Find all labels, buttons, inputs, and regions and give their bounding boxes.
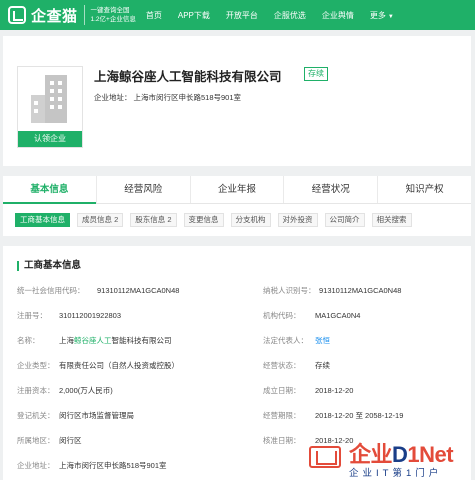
subtab-members[interactable]: 成员信息 2 — [77, 213, 124, 227]
company-name-value: 上海鲸谷座人工智能科技有限公司 — [59, 335, 263, 346]
table-row: 名称： 上海鲸谷座人工智能科技有限公司 法定代表人： 张恒 — [17, 328, 471, 353]
field-label: 统一社会信用代码： — [17, 286, 85, 295]
nav-more-label: 更多 — [369, 10, 386, 20]
field-value: 闵行区市场监督管理局 — [59, 411, 134, 420]
tab-business-risk[interactable]: 经营风险 — [97, 176, 191, 203]
field-label: 法定代表人： — [263, 336, 308, 345]
section-title: 工商基本信息 — [17, 261, 81, 271]
d1net-watermark: 企业D1Net 企业IT第1门户 — [307, 436, 475, 480]
company-header-card: 认领企业 上海鲸谷座人工智能科技有限公司 存续 企业地址： 上海市闵行区申长路51… — [3, 36, 471, 166]
field-label: 企业地址： — [17, 461, 55, 470]
sub-tabs: 工商基本信息 成员信息 2 股东信息 2 变更信息 分支机构 对外投资 公司简介… — [3, 204, 471, 236]
field-value: 91310112MA1GCA0N48 — [319, 286, 402, 295]
field-label: 成立日期： — [263, 386, 301, 395]
building-icon — [31, 75, 71, 123]
subtab-shareholders[interactable]: 股东信息 2 — [130, 213, 177, 227]
field-value: 2018-12-20 至 2058-12-19 — [315, 411, 404, 420]
name-highlight: 鲸谷座人工 — [74, 336, 112, 345]
field-label: 名称： — [17, 336, 40, 345]
field-value: 310112001922803 — [59, 311, 122, 320]
legal-representative-link[interactable]: 张恒 — [315, 335, 330, 346]
field-value: 91310112MA1GCA0N48 — [97, 286, 180, 295]
brand-logo[interactable]: 企查猫 一键查询全国 1.2亿+企业信息 — [8, 0, 136, 30]
slogan-line-1: 一键查询全国 — [90, 7, 130, 14]
table-row: 统一社会信用代码： 91310112MA1GCA0N48 纳税人识别号： 913… — [17, 278, 471, 303]
subtab-branches[interactable]: 分支机构 — [230, 213, 271, 227]
company-logo-placeholder: 认领企业 — [17, 66, 83, 148]
brand-slogan: 一键查询全国 1.2亿+企业信息 — [91, 6, 136, 24]
nav-home[interactable]: 首页 — [146, 10, 162, 21]
field-value: 闵行区 — [59, 436, 82, 445]
main-tabs: 基本信息 经营风险 企业年报 经营状况 知识产权 — [3, 176, 471, 204]
brand-name: 企查猫 — [31, 7, 78, 25]
watermark-subtitle: 企业IT第1门户 — [349, 468, 443, 479]
company-address: 上海市闵行区申长路518号901室 — [133, 93, 242, 102]
nav-public-opinion[interactable]: 企业舆情 — [322, 10, 354, 21]
field-label: 企业类型： — [17, 361, 55, 370]
claim-company-button[interactable]: 认领企业 — [18, 131, 82, 147]
slogan-line-2: 1.2亿+企业信息 — [90, 16, 136, 23]
field-label: 注册号： — [17, 311, 47, 320]
nav-app-download[interactable]: APP下载 — [178, 10, 210, 21]
d1net-logo-icon — [309, 446, 341, 468]
field-label: 纳税人识别号： — [263, 286, 316, 295]
logo-divider — [83, 5, 85, 25]
field-label: 所属地区： — [17, 436, 55, 445]
top-navigation-bar: 企查猫 一键查询全国 1.2亿+企业信息 首页 APP下载 开放平台 企服优选 … — [0, 0, 475, 30]
field-value: 上海市闵行区申长路518号901室 — [59, 461, 167, 470]
nav-services[interactable]: 企服优选 — [274, 10, 306, 21]
logo-icon — [8, 6, 26, 24]
field-label: 注册资本： — [17, 386, 55, 395]
subtab-business-info[interactable]: 工商基本信息 — [15, 213, 70, 227]
field-label: 经营期限： — [263, 411, 301, 420]
field-label: 经营状态： — [263, 361, 301, 370]
nav-more[interactable]: 更多 ▼ — [370, 10, 394, 21]
company-name: 上海鲸谷座人工智能科技有限公司 — [94, 70, 282, 84]
subtab-changes[interactable]: 变更信息 — [183, 213, 224, 227]
table-row: 注册资本： 2,000(万人民币) 成立日期： 2018-12-20 — [17, 378, 471, 403]
field-value: 有限责任公司（自然人投资或控股） — [59, 361, 179, 370]
name-part: 上海 — [59, 336, 74, 345]
company-address-label: 企业地址： — [94, 93, 132, 102]
caret-down-icon: ▼ — [387, 13, 394, 20]
tab-operation-status[interactable]: 经营状况 — [284, 176, 379, 203]
status-badge: 存续 — [304, 67, 328, 81]
field-value: 2,000(万人民币) — [59, 386, 113, 395]
subtab-investments[interactable]: 对外投资 — [277, 213, 318, 227]
field-label: 登记机关： — [17, 411, 55, 420]
name-part: 智能科技有限公司 — [111, 336, 172, 345]
company-address-row: 企业地址： 上海市闵行区申长路518号901室 — [94, 92, 241, 103]
field-value: 存续 — [315, 361, 330, 370]
nav-open-platform[interactable]: 开放平台 — [226, 10, 258, 21]
field-value: MA1GCA0N4 — [315, 311, 361, 320]
table-row: 登记机关： 闵行区市场监督管理局 经营期限： 2018-12-20 至 2058… — [17, 403, 471, 428]
field-label: 机构代码： — [263, 311, 301, 320]
subtab-company-profile[interactable]: 公司简介 — [324, 213, 365, 227]
tab-basic-info[interactable]: 基本信息 — [3, 176, 97, 204]
table-row: 注册号： 310112001922803 机构代码： MA1GCA0N4 — [17, 303, 471, 328]
tab-intellectual-property[interactable]: 知识产权 — [378, 176, 471, 203]
tab-annual-report[interactable]: 企业年报 — [191, 176, 285, 203]
main-nav: 首页 APP下载 开放平台 企服优选 企业舆情 更多 ▼ — [146, 10, 410, 21]
subtab-related-search[interactable]: 相关搜索 — [371, 213, 412, 227]
field-value: 2018-12-20 — [315, 386, 354, 395]
table-row: 企业类型： 有限责任公司（自然人投资或控股） 经营状态： 存续 — [17, 353, 471, 378]
